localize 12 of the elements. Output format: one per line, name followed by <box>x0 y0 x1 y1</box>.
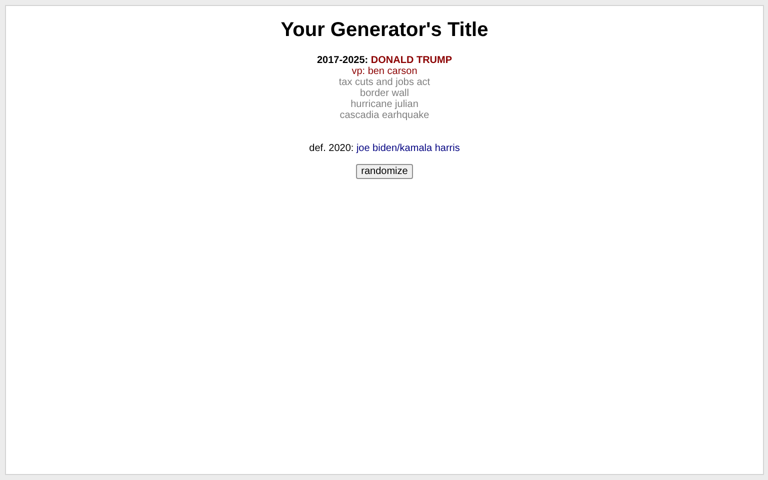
randomize-button[interactable]: randomize <box>356 164 413 179</box>
event-text: border wall <box>360 88 409 99</box>
defeated-label: def. 2020: <box>309 143 354 154</box>
term-years: 2017-2025: <box>316 55 368 66</box>
vp-name: ben carson <box>368 66 418 77</box>
defeated-names: joe biden/kamala harris <box>356 143 460 154</box>
event-text: tax cuts and jobs act <box>338 77 430 88</box>
event-text: cascadia earhquake <box>340 110 430 121</box>
page-title: Your Generator's Title <box>280 18 488 42</box>
president-name: DONALD TRUMP <box>370 55 452 66</box>
event-text: hurricane julian <box>350 99 418 110</box>
vp-label: vp: <box>352 66 366 77</box>
